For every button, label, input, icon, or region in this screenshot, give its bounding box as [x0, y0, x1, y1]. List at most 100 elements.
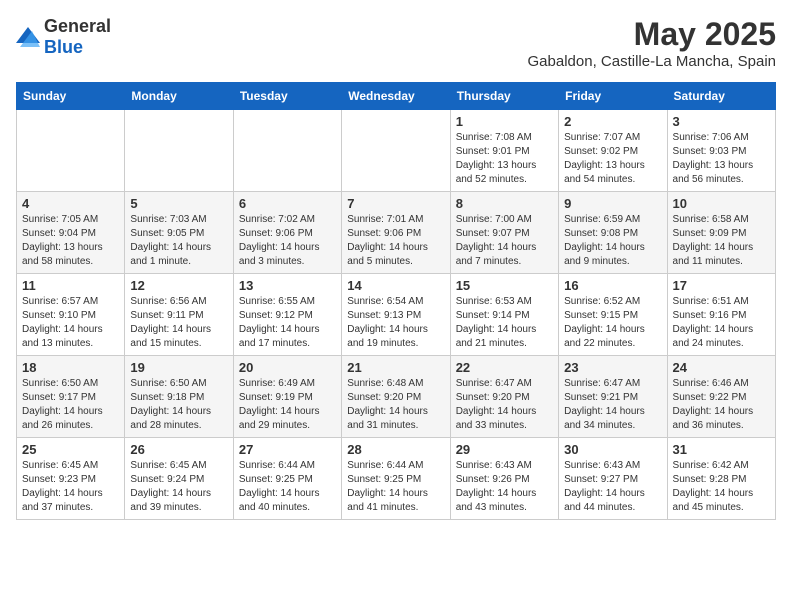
calendar-cell: 18 Sunrise: 6:50 AMSunset: 9:17 PMDayligh… [17, 356, 125, 438]
day-info: Sunrise: 7:06 AMSunset: 9:03 PMDaylight:… [673, 131, 770, 187]
title-section: May 2025 Gabaldon, Castille-La Mancha, S… [528, 16, 776, 70]
week-row-3: 11Sunrise: 6:57 AMSunset: 9:10 PMDayligh… [17, 274, 776, 356]
day-number: 29 [456, 442, 553, 457]
day-info: Sunrise: 6:45 AMSunset: 9:23 PMDaylight:… [22, 459, 119, 515]
days-header-row: SundayMondayTuesdayWednesdayThursdayFrid… [17, 83, 776, 110]
calendar-cell [342, 110, 450, 192]
day-info: Sunrise: 6:58 AMSunset: 9:09 PMDaylight:… [673, 213, 770, 269]
day-info: Sunrise: 7:05 AMSunset: 9:04 PMDaylight:… [22, 213, 119, 269]
calendar-cell: 5Sunrise: 7:03 AMSunset: 9:05 PMDaylight… [125, 192, 233, 274]
calendar-cell: 19 Sunrise: 6:50 AMSunset: 9:18 PMDayligh… [125, 356, 233, 438]
day-number: 16 [564, 278, 661, 293]
day-info: Sunrise: 6:56 AMSunset: 9:11 PMDaylight:… [130, 295, 227, 351]
day-info: Sunrise: 7:01 AMSunset: 9:06 PMDaylight:… [347, 213, 444, 269]
day-number: 14 [347, 278, 444, 293]
day-info: Sunrise: 6:45 AMSunset: 9:24 PMDaylight:… [130, 459, 227, 515]
day-header-friday: Friday [559, 83, 667, 110]
day-info: Sunrise: 6:46 AMSunset: 9:22 PMDaylight:… [673, 377, 770, 433]
day-header-sunday: Sunday [17, 83, 125, 110]
calendar-cell: 24Sunrise: 6:46 AMSunset: 9:22 PMDayligh… [667, 356, 775, 438]
calendar-cell: 2 Sunrise: 7:07 AMSunset: 9:02 PMDaylight… [559, 110, 667, 192]
logo-blue: Blue [44, 37, 83, 57]
day-info: Sunrise: 6:42 AMSunset: 9:28 PMDaylight:… [673, 459, 770, 515]
day-number: 22 [456, 360, 553, 375]
day-info: Sunrise: 6:47 AMSunset: 9:20 PMDaylight:… [456, 377, 553, 433]
calendar-cell: 26 Sunrise: 6:45 AMSunset: 9:24 PMDayligh… [125, 438, 233, 520]
calendar-cell: 4 Sunrise: 7:05 AMSunset: 9:04 PMDaylight… [17, 192, 125, 274]
calendar-cell: 6 Sunrise: 7:02 AMSunset: 9:06 PMDaylight… [233, 192, 341, 274]
calendar-cell: 9Sunrise: 6:59 AMSunset: 9:08 PMDaylight… [559, 192, 667, 274]
day-number: 5 [130, 196, 227, 211]
calendar-cell: 14 Sunrise: 6:54 AMSunset: 9:13 PMDayligh… [342, 274, 450, 356]
day-header-wednesday: Wednesday [342, 83, 450, 110]
day-number: 6 [239, 196, 336, 211]
day-number: 18 [22, 360, 119, 375]
calendar-cell: 17 Sunrise: 6:51 AMSunset: 9:16 PMDayligh… [667, 274, 775, 356]
day-number: 10 [673, 196, 770, 211]
day-number: 17 [673, 278, 770, 293]
calendar-table: SundayMondayTuesdayWednesdayThursdayFrid… [16, 82, 776, 520]
day-info: Sunrise: 7:00 AMSunset: 9:07 PMDaylight:… [456, 213, 553, 269]
day-number: 26 [130, 442, 227, 457]
day-number: 15 [456, 278, 553, 293]
day-number: 3 [673, 114, 770, 129]
logo-icon [16, 27, 40, 47]
day-number: 25 [22, 442, 119, 457]
day-number: 13 [239, 278, 336, 293]
day-number: 20 [239, 360, 336, 375]
calendar-cell: 3 Sunrise: 7:06 AMSunset: 9:03 PMDaylight… [667, 110, 775, 192]
calendar-cell: 23Sunrise: 6:47 AMSunset: 9:21 PMDayligh… [559, 356, 667, 438]
day-number: 4 [22, 196, 119, 211]
day-number: 7 [347, 196, 444, 211]
day-info: Sunrise: 6:48 AMSunset: 9:20 PMDaylight:… [347, 377, 444, 433]
day-header-tuesday: Tuesday [233, 83, 341, 110]
calendar-cell: 13 Sunrise: 6:55 AMSunset: 9:12 PMDayligh… [233, 274, 341, 356]
day-number: 12 [130, 278, 227, 293]
week-row-5: 25 Sunrise: 6:45 AMSunset: 9:23 PMDayligh… [17, 438, 776, 520]
day-number: 2 [564, 114, 661, 129]
calendar-cell: 29Sunrise: 6:43 AMSunset: 9:26 PMDayligh… [450, 438, 558, 520]
calendar-cell [125, 110, 233, 192]
week-row-4: 18 Sunrise: 6:50 AMSunset: 9:17 PMDayligh… [17, 356, 776, 438]
day-number: 23 [564, 360, 661, 375]
calendar-cell: 31Sunrise: 6:42 AMSunset: 9:28 PMDayligh… [667, 438, 775, 520]
day-info: Sunrise: 7:08 AMSunset: 9:01 PMDaylight:… [456, 131, 553, 187]
day-number: 19 [130, 360, 227, 375]
calendar-cell: 30 Sunrise: 6:43 AMSunset: 9:27 PMDayligh… [559, 438, 667, 520]
day-info: Sunrise: 6:50 AMSunset: 9:18 PMDaylight:… [130, 377, 227, 433]
day-info: Sunrise: 7:07 AMSunset: 9:02 PMDaylight:… [564, 131, 661, 187]
day-info: Sunrise: 6:51 AMSunset: 9:16 PMDaylight:… [673, 295, 770, 351]
day-info: Sunrise: 6:50 AMSunset: 9:17 PMDaylight:… [22, 377, 119, 433]
subtitle: Gabaldon, Castille-La Mancha, Spain [528, 53, 776, 70]
day-info: Sunrise: 6:55 AMSunset: 9:12 PMDaylight:… [239, 295, 336, 351]
day-number: 21 [347, 360, 444, 375]
calendar-cell [17, 110, 125, 192]
day-number: 9 [564, 196, 661, 211]
day-info: Sunrise: 6:43 AMSunset: 9:27 PMDaylight:… [564, 459, 661, 515]
week-row-1: 1 Sunrise: 7:08 AMSunset: 9:01 PMDaylight… [17, 110, 776, 192]
day-info: Sunrise: 6:44 AMSunset: 9:25 PMDaylight:… [239, 459, 336, 515]
main-title: May 2025 [528, 16, 776, 53]
day-number: 8 [456, 196, 553, 211]
day-info: Sunrise: 7:02 AMSunset: 9:06 PMDaylight:… [239, 213, 336, 269]
header: General Blue May 2025 Gabaldon, Castille… [16, 16, 776, 70]
calendar-cell: 21 Sunrise: 6:48 AMSunset: 9:20 PMDayligh… [342, 356, 450, 438]
logo-general: General [44, 16, 111, 36]
calendar-cell: 15 Sunrise: 6:53 AMSunset: 9:14 PMDayligh… [450, 274, 558, 356]
day-header-saturday: Saturday [667, 83, 775, 110]
calendar-cell: 1 Sunrise: 7:08 AMSunset: 9:01 PMDaylight… [450, 110, 558, 192]
day-number: 1 [456, 114, 553, 129]
calendar-cell: 7 Sunrise: 7:01 AMSunset: 9:06 PMDaylight… [342, 192, 450, 274]
day-info: Sunrise: 6:54 AMSunset: 9:13 PMDaylight:… [347, 295, 444, 351]
week-row-2: 4 Sunrise: 7:05 AMSunset: 9:04 PMDaylight… [17, 192, 776, 274]
calendar-cell: 11Sunrise: 6:57 AMSunset: 9:10 PMDayligh… [17, 274, 125, 356]
calendar-cell: 27Sunrise: 6:44 AMSunset: 9:25 PMDayligh… [233, 438, 341, 520]
calendar-cell [233, 110, 341, 192]
day-info: Sunrise: 6:49 AMSunset: 9:19 PMDaylight:… [239, 377, 336, 433]
logo: General Blue [16, 16, 111, 58]
day-info: Sunrise: 6:53 AMSunset: 9:14 PMDaylight:… [456, 295, 553, 351]
calendar-cell: 16Sunrise: 6:52 AMSunset: 9:15 PMDayligh… [559, 274, 667, 356]
day-info: Sunrise: 6:44 AMSunset: 9:25 PMDaylight:… [347, 459, 444, 515]
day-header-monday: Monday [125, 83, 233, 110]
day-number: 30 [564, 442, 661, 457]
